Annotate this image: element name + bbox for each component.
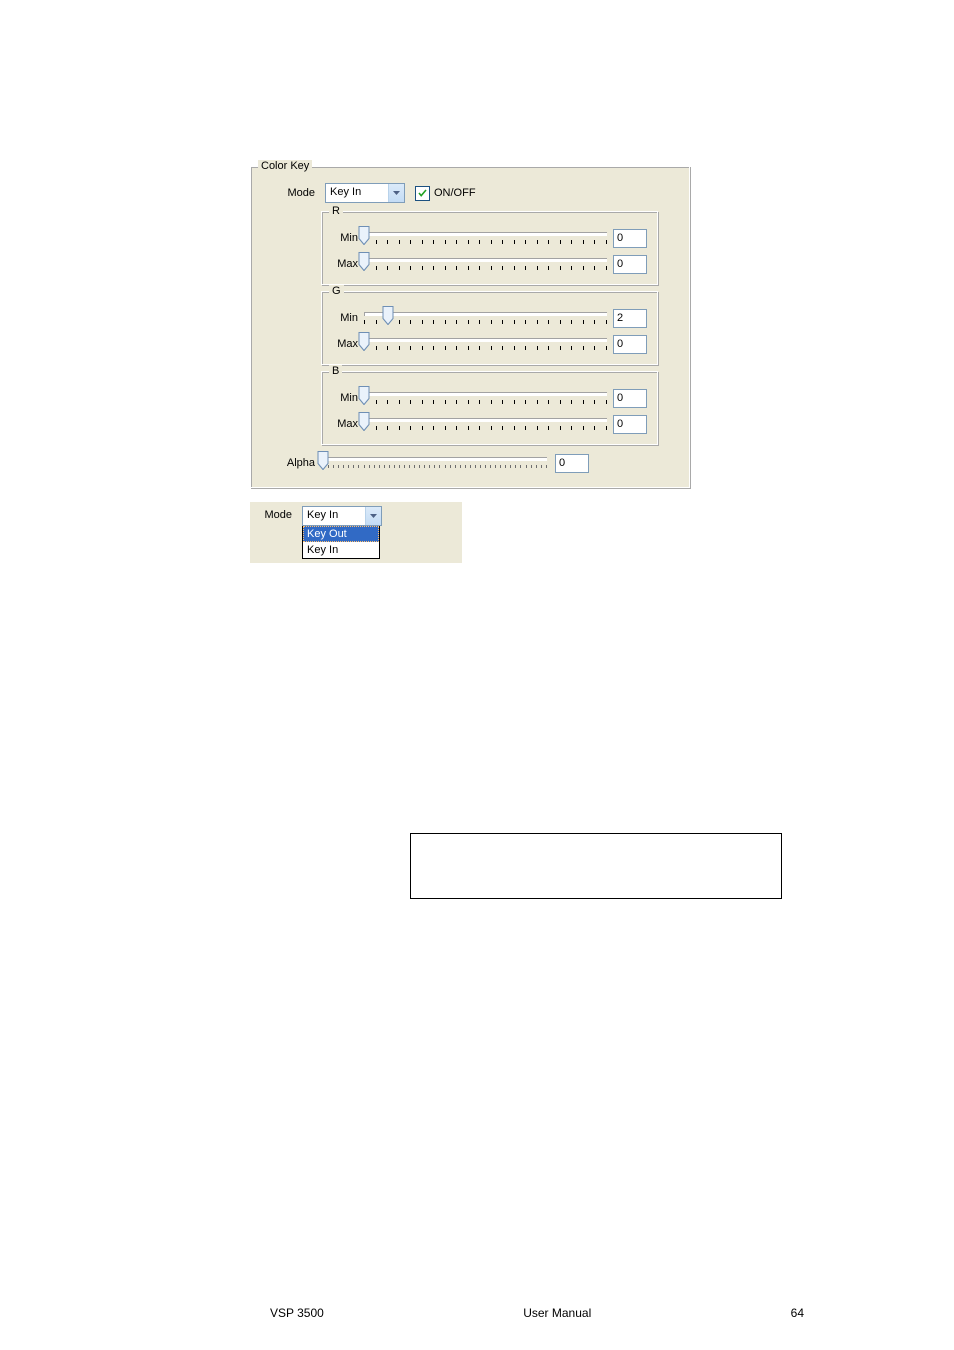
slider[interactable] xyxy=(364,412,607,436)
channel-group-r: R Min Max xyxy=(321,211,658,285)
slider[interactable] xyxy=(364,226,607,250)
max-value[interactable] xyxy=(613,415,647,434)
channel-group-g: G Min Max xyxy=(321,291,658,365)
mode2-option[interactable]: Key Out xyxy=(303,526,379,542)
footer-left: VSP 3500 xyxy=(270,1306,324,1320)
mode-label: Mode xyxy=(279,187,315,199)
checkbox-box xyxy=(415,186,430,201)
color-key-groupbox: Color Key Mode Key In ON/OFF xyxy=(250,166,690,488)
channel-legend: G xyxy=(329,285,344,297)
channel-groups: R Min Max G Min xyxy=(321,211,673,445)
footer-right: 64 xyxy=(791,1306,804,1320)
page: Color Key Mode Key In ON/OFF xyxy=(0,0,954,1350)
mode2-row: Mode Key In Key OutKey In xyxy=(256,506,456,559)
alpha-label: Alpha xyxy=(279,457,315,469)
onoff-checkbox[interactable]: ON/OFF xyxy=(415,186,476,201)
channel-legend: B xyxy=(329,365,342,377)
page-footer: VSP 3500 User Manual 64 xyxy=(0,1306,954,1320)
max-label: Max xyxy=(332,338,358,350)
mode2-option[interactable]: Key In xyxy=(303,542,379,558)
dropdown-arrow-icon[interactable] xyxy=(365,507,381,525)
footer-center: User Manual xyxy=(523,1306,591,1320)
mode2-option-list[interactable]: Key OutKey In xyxy=(302,526,380,559)
alpha-value[interactable] xyxy=(555,454,589,473)
min-value[interactable] xyxy=(613,229,647,248)
slider[interactable] xyxy=(364,332,607,356)
max-value[interactable] xyxy=(613,335,647,354)
min-label: Min xyxy=(332,392,358,404)
mode2-label: Mode xyxy=(256,506,292,521)
mode2-value: Key In xyxy=(303,507,365,525)
max-value[interactable] xyxy=(613,255,647,274)
slider[interactable] xyxy=(364,386,607,410)
max-label: Max xyxy=(332,418,358,430)
dropdown-arrow-icon[interactable] xyxy=(388,184,404,202)
mode2-combobox[interactable]: Key In Key OutKey In xyxy=(302,506,380,559)
onoff-label: ON/OFF xyxy=(434,187,476,199)
illustration-frame xyxy=(410,833,782,899)
mode-row: Mode Key In ON/OFF xyxy=(267,183,673,203)
min-value[interactable] xyxy=(613,389,647,408)
mode-dropdown-panel: Mode Key In Key OutKey In xyxy=(250,502,462,563)
max-label: Max xyxy=(332,258,358,270)
mode-combobox[interactable]: Key In xyxy=(325,183,405,203)
min-label: Min xyxy=(332,312,358,324)
alpha-row: Alpha xyxy=(267,451,589,475)
color-key-legend: Color Key xyxy=(258,160,312,172)
alpha-slider[interactable] xyxy=(323,451,547,475)
mode-combobox-value: Key In xyxy=(326,184,388,202)
channel-group-b: B Min Max xyxy=(321,371,658,445)
slider[interactable] xyxy=(364,252,607,276)
color-key-panel: Color Key Mode Key In ON/OFF xyxy=(250,166,690,488)
channel-legend: R xyxy=(329,205,343,217)
min-value[interactable] xyxy=(613,309,647,328)
min-label: Min xyxy=(332,232,358,244)
slider[interactable] xyxy=(364,306,607,330)
